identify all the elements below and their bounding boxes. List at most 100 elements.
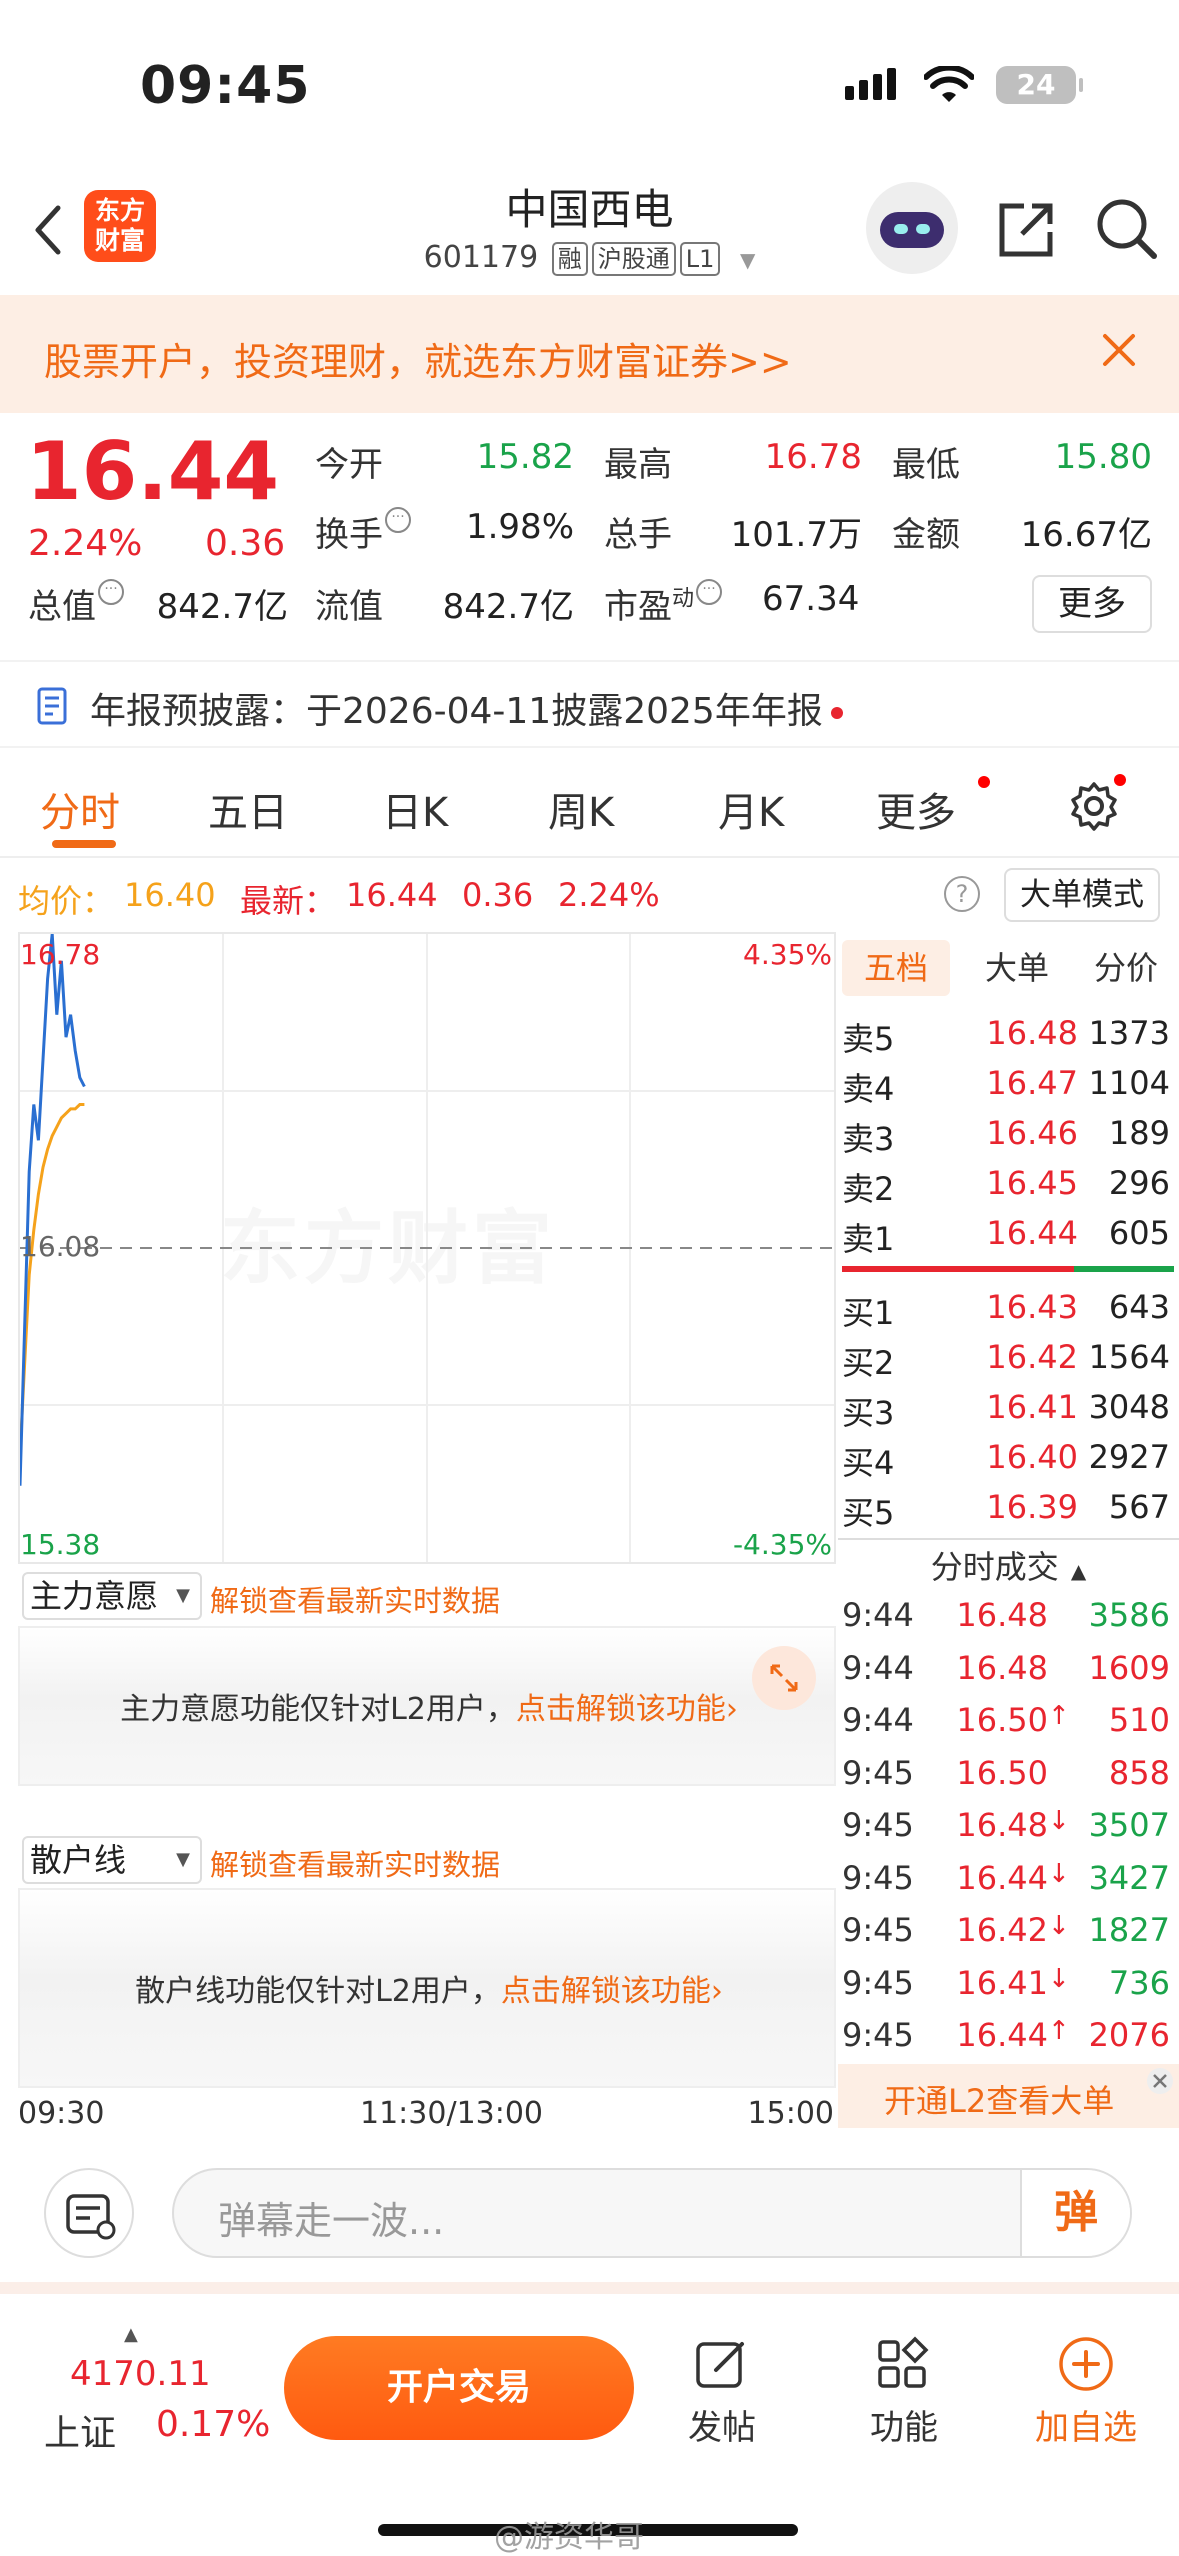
function-button[interactable]: 功能	[834, 2334, 974, 2449]
ask-volume: 605	[1108, 1214, 1170, 1252]
assistant-robot-icon[interactable]	[866, 182, 958, 274]
low-value: 15.80	[1054, 437, 1152, 477]
retail-unlock-cta[interactable]: 点击解锁该功能	[501, 1974, 711, 2009]
tab-five-day[interactable]: 五日	[208, 780, 288, 838]
intraday-info-line: 均价： 16.40 最新： 16.44 0.36 2.24% ? 大单模式	[0, 864, 1179, 928]
high-value: 16.78	[764, 437, 862, 477]
index-pct[interactable]: 0.17%	[156, 2404, 270, 2445]
info-dots-icon[interactable]: ···	[696, 579, 723, 605]
retail-unlock-link[interactable]: 解锁查看最新实时数据	[210, 1842, 500, 1884]
message-settings-icon[interactable]	[44, 2168, 134, 2258]
y-min-pct: -4.35%	[732, 1528, 832, 1561]
bid-volume: 643	[1108, 1288, 1170, 1326]
share-icon[interactable]	[994, 198, 1058, 262]
ticks-header[interactable]: 分时成交 ▲	[838, 1542, 1179, 1588]
tick-volume: 858	[1108, 1753, 1170, 1792]
report-icon	[37, 687, 67, 725]
index-value[interactable]: 4170.11	[70, 2354, 211, 2394]
tick-row: 9:45 16.41 ↓ 736	[838, 1964, 1179, 2014]
tick-arrow: ↓	[1048, 1963, 1070, 1994]
turnover-label[interactable]: 换手 ···	[315, 507, 411, 556]
more-button[interactable]: 更多	[1032, 575, 1152, 633]
index-name[interactable]: 上证	[44, 2404, 116, 2456]
ask-volume: 189	[1108, 1114, 1170, 1152]
bid-level-label: 买2	[842, 1344, 895, 1382]
price-line	[20, 934, 86, 1486]
tick-volume: 3507	[1088, 1806, 1170, 1844]
settings-gear-icon[interactable]	[1068, 780, 1120, 832]
danmu-toggle-button[interactable]: 弹	[1020, 2170, 1130, 2256]
quote-panel: 16.44 2.24% 0.36 今开 15.82 最高 16.78 最低 15…	[0, 413, 1179, 653]
info-dots-icon[interactable]: ···	[98, 579, 124, 605]
mktcap-value: 842.7亿	[156, 587, 288, 627]
ask-level-label: 卖3	[842, 1120, 895, 1158]
bid-level-label: 买4	[842, 1444, 895, 1482]
danmu-input[interactable]: 弹幕走一波... 弹	[172, 2168, 1132, 2258]
chevron-right-icon: ›	[725, 1692, 738, 1727]
annual-report-notice[interactable]: 年报预披露：于2026-04-11披露2025年年报	[0, 660, 1179, 748]
tick-price: 16.41	[956, 1963, 1048, 2002]
tab-monthly-k[interactable]: 月K	[718, 780, 784, 838]
book-tab-five-level[interactable]: 五档	[842, 940, 950, 996]
main-force-unlock-cta[interactable]: 点击解锁该功能	[516, 1692, 726, 1727]
ask-row: 卖1 16.44 605	[838, 1214, 1179, 1264]
volume-value: 101.7万	[730, 515, 862, 555]
ask-level-label: 卖5	[842, 1020, 895, 1058]
tab-intraday[interactable]: 分时	[40, 780, 120, 838]
tick-arrow: ↑	[1048, 2016, 1070, 2046]
ask-price: 16.48	[986, 1014, 1078, 1052]
chevron-right-icon: ›	[710, 1974, 723, 2009]
bid-volume: 567	[1108, 1488, 1170, 1526]
time-axis: 09:30 11:30/13:00 15:00	[18, 2090, 836, 2134]
ask-volume: 1104	[1088, 1064, 1170, 1102]
retail-line-select[interactable]: 散户线	[22, 1836, 202, 1884]
retail-panel-header: 散户线 解锁查看最新实时数据	[18, 1830, 836, 1890]
close-icon[interactable]	[1100, 331, 1138, 369]
promo-text[interactable]: 股票开户，投资理财，就选东方财富证券>>	[44, 331, 792, 386]
ask-price: 16.46	[986, 1114, 1078, 1152]
ask-volume: 296	[1108, 1164, 1170, 1202]
grid-function-icon	[878, 2336, 929, 2388]
retail-panel: 散户线功能仅针对L2用户，点击解锁该功能›	[18, 1888, 836, 2088]
bid-level-label: 买1	[842, 1294, 895, 1332]
search-icon[interactable]	[1094, 196, 1160, 262]
ask-level-label: 卖1	[842, 1220, 895, 1258]
info-dots-icon[interactable]: ···	[385, 507, 411, 533]
main-force-unlock-link[interactable]: 解锁查看最新实时数据	[210, 1578, 500, 1620]
bid-price: 16.42	[986, 1338, 1078, 1376]
pe-label[interactable]: 市盈动 ···	[604, 579, 723, 628]
l2-upgrade-banner[interactable]: 开通L2查看大单	[838, 2064, 1179, 2128]
book-tab-price-dist[interactable]: 分价	[1078, 940, 1174, 996]
tick-row: 9:45 16.48 ↓ 3507	[838, 1806, 1179, 1856]
add-watchlist-button[interactable]: 加自选	[1016, 2334, 1156, 2449]
tick-volume: 2076	[1088, 2016, 1170, 2054]
close-icon[interactable]	[1145, 2066, 1175, 2096]
mktcap-label[interactable]: 总值 ···	[28, 579, 124, 628]
change-amount: 0.36	[205, 523, 286, 564]
volume-label: 总手	[604, 515, 672, 555]
tab-more[interactable]: 更多	[876, 780, 956, 838]
book-tab-big-order[interactable]: 大单	[972, 940, 1062, 996]
open-account-trade-button[interactable]: 开户交易	[284, 2336, 634, 2440]
main-force-panel-header: 主力意愿 解锁查看最新实时数据	[18, 1566, 836, 1626]
big-order-mode-button[interactable]: 大单模式	[1004, 868, 1160, 922]
post-button[interactable]: 发帖	[652, 2334, 792, 2449]
main-force-select[interactable]: 主力意愿	[22, 1572, 202, 1620]
intraday-chart[interactable]: 东方财富 16.78 4.35% 16.08 15.38 -4.35%	[18, 932, 836, 1564]
bid-level-label: 买5	[842, 1494, 895, 1532]
cellular-signal-icon	[845, 68, 896, 100]
retail-msg: 散户线功能仅针对L2用户，	[135, 1974, 501, 2009]
tag-margin: 融	[551, 242, 588, 276]
bid-row: 买1 16.43 643	[838, 1288, 1179, 1338]
chevron-down-icon: ▼	[739, 248, 756, 272]
help-icon[interactable]: ?	[944, 876, 980, 912]
tick-volume: 3586	[1088, 1596, 1170, 1634]
ask-price: 16.45	[986, 1164, 1078, 1202]
tab-weekly-k[interactable]: 周K	[548, 780, 614, 838]
ask-volume: 1373	[1088, 1014, 1170, 1052]
plus-circle-icon	[1059, 2337, 1113, 2391]
tick-row: 9:45 16.50 858	[838, 1754, 1179, 1804]
tab-daily-k[interactable]: 日K	[382, 780, 448, 838]
status-bar: 09:45 24	[0, 0, 1179, 170]
promo-banner[interactable]: 股票开户，投资理财，就选东方财富证券>>	[0, 295, 1179, 413]
